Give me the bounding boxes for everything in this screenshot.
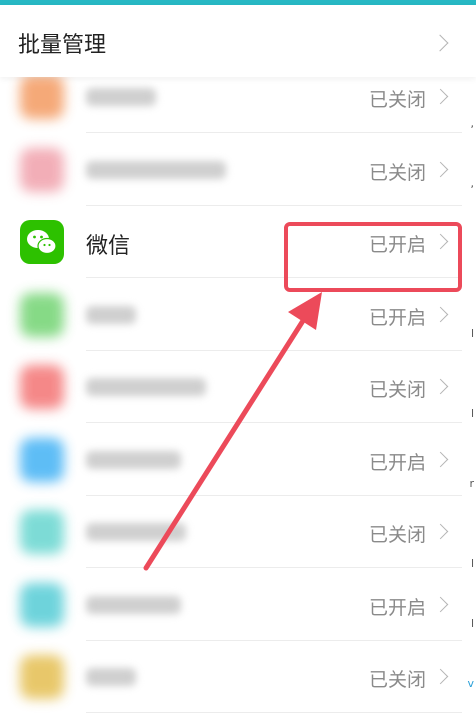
chevron-right-icon	[431, 34, 449, 52]
app-list-item[interactable]: 已开启	[0, 569, 476, 641]
chevron-right-icon	[432, 668, 449, 685]
edge-glyph: l	[470, 407, 474, 420]
chevron-right-icon	[432, 378, 449, 395]
chevron-right-icon	[432, 596, 449, 612]
app-icon	[20, 75, 64, 119]
wechat-icon	[20, 220, 64, 264]
app-status: 已开启	[368, 306, 426, 329]
app-list-item[interactable]: 已关闭	[0, 134, 476, 206]
app-list-item[interactable]: 已关闭	[0, 496, 476, 568]
app-status: 已开启	[368, 451, 426, 474]
app-icon	[20, 655, 64, 699]
app-list-item[interactable]: 已关闭	[0, 641, 476, 713]
app-icon	[20, 437, 64, 482]
app-icon	[20, 510, 64, 554]
edge-glyph: ,	[470, 117, 475, 130]
app-list-item[interactable]: 已开启	[0, 424, 476, 496]
app-status: 已关闭	[368, 524, 426, 546]
chevron-right-icon	[432, 161, 449, 177]
edge-glyph: ,	[470, 177, 475, 190]
app-icon	[20, 292, 64, 337]
edge-glyph: l	[470, 557, 474, 570]
app-icon	[20, 582, 64, 627]
app-icon	[20, 147, 64, 192]
chevron-right-icon	[432, 306, 449, 322]
app-status: 已关闭	[368, 161, 426, 184]
app-name-redacted	[86, 450, 181, 469]
app-status: 已关闭	[368, 379, 426, 401]
app-name-redacted	[86, 668, 136, 686]
batch-manage-label: 批量管理	[18, 33, 107, 58]
app-name-redacted	[86, 378, 206, 396]
chevron-right-icon	[432, 523, 449, 540]
app-name-redacted	[86, 160, 226, 179]
edge-glyph: l	[470, 327, 474, 340]
edge-glyph: r	[469, 477, 474, 490]
app-list: 已关闭 已关闭 微信 已开启 已开启 已关闭 已开启 已关闭 已开启 已关闭	[0, 75, 476, 713]
app-icon	[20, 365, 64, 409]
batch-manage-row[interactable]: 批量管理	[0, 5, 476, 77]
app-name-redacted	[86, 305, 136, 324]
chevron-right-icon	[432, 451, 449, 467]
app-name: 微信	[86, 234, 131, 259]
app-list-item[interactable]: 已关闭	[0, 351, 476, 423]
highlight-box	[284, 222, 462, 292]
chevron-right-icon	[432, 88, 449, 105]
app-name-redacted	[86, 523, 186, 541]
app-status: 已开启	[368, 596, 426, 619]
app-status: 已关闭	[368, 669, 426, 691]
app-name-redacted	[86, 88, 156, 106]
edge-glyph: v	[467, 677, 474, 690]
app-status: 已关闭	[368, 89, 426, 111]
adjacent-panel-edge: , , l l r l l v	[462, 77, 476, 703]
app-name-redacted	[86, 595, 181, 614]
edge-glyph: l	[470, 617, 474, 630]
